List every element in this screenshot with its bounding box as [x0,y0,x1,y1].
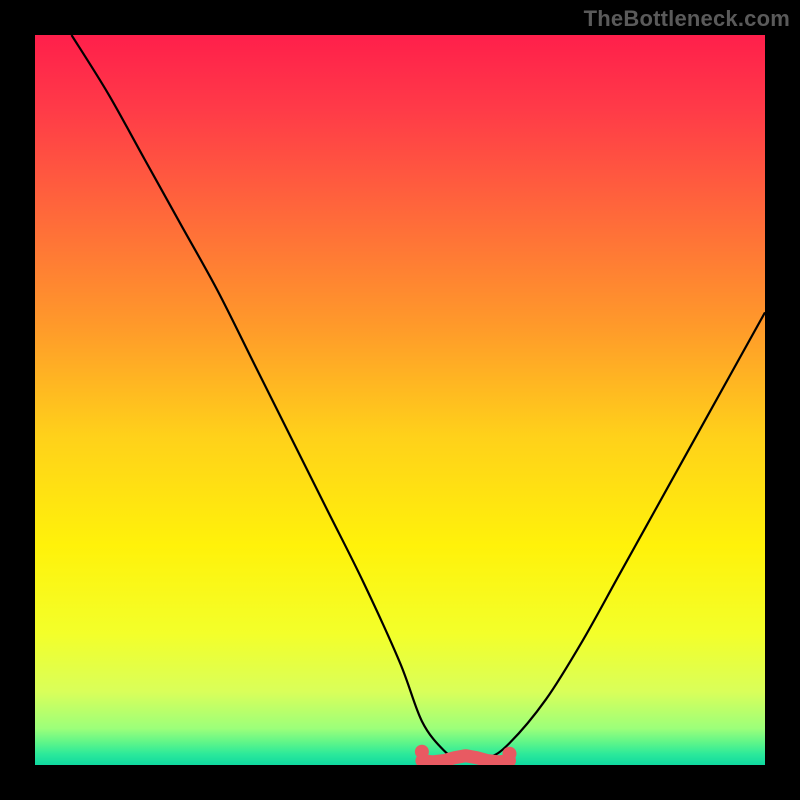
gradient-background [35,35,765,765]
watermark-text: TheBottleneck.com [584,6,790,32]
chart-frame: TheBottleneck.com [0,0,800,800]
plot-area [35,35,765,765]
chart-svg [35,35,765,765]
